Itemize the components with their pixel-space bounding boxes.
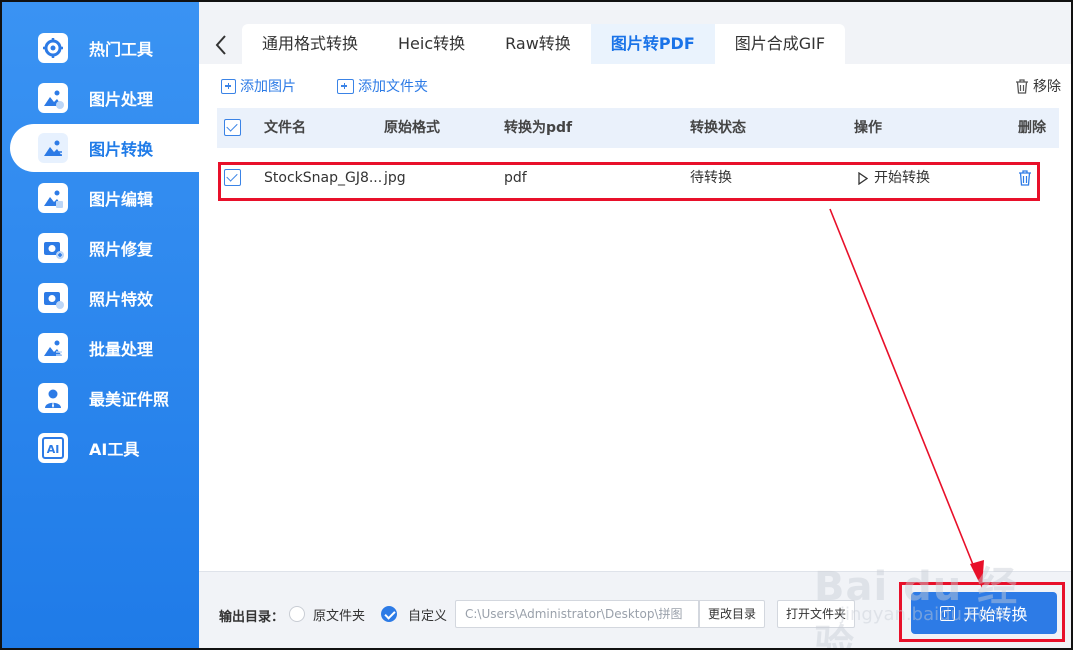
original-folder-label: 原文件夹 — [313, 609, 366, 624]
toolbar: 添加图片 添加文件夹 移除 — [199, 64, 1071, 108]
sidebar-item-batch[interactable]: 批量处理 — [10, 324, 199, 372]
photo-effect-icon — [38, 283, 68, 313]
row-status: 待转换 — [690, 170, 732, 186]
add-folder-icon — [337, 78, 354, 94]
add-image-label: 添加图片 — [240, 79, 296, 95]
play-icon — [858, 171, 868, 185]
table-header: 文件名 原始格式 转换为pdf 转换状态 操作 删除 — [217, 108, 1059, 148]
add-image-button[interactable]: 添加图片 — [221, 76, 296, 96]
row-start-label: 开始转换 — [874, 170, 930, 186]
batch-icon — [38, 333, 68, 363]
settings-icon — [38, 33, 68, 63]
row-convert-to: pdf — [504, 170, 527, 186]
row-filename: StockSnap_GJ8... — [264, 170, 383, 186]
header-status: 转换状态 — [690, 120, 746, 136]
svg-text:AI: AI — [47, 443, 60, 456]
sidebar-item-label: 照片修复 — [89, 240, 154, 259]
change-dir-button[interactable]: 更改目录 — [699, 600, 765, 628]
convert-icon — [940, 605, 956, 621]
table-row[interactable]: StockSnap_GJ8... jpg pdf 待转换 开始转换 — [217, 158, 1059, 198]
select-all-checkbox[interactable] — [224, 119, 241, 136]
add-folder-button[interactable]: 添加文件夹 — [337, 76, 428, 96]
header-orig-format: 原始格式 — [384, 120, 440, 136]
sidebar-item-image-process[interactable]: 图片处理 — [10, 74, 199, 122]
photo-repair-icon — [38, 233, 68, 263]
remove-button[interactable]: 移除 — [1015, 76, 1061, 96]
image-convert-icon — [38, 133, 68, 163]
sidebar-item-label: 热门工具 — [89, 40, 154, 59]
sidebar-item-ai-tools[interactable]: AI AI工具 — [10, 424, 199, 472]
trash-icon — [1016, 78, 1028, 94]
tab-general-format[interactable]: 通用格式转换 — [242, 24, 378, 64]
image-edit-icon — [38, 183, 68, 213]
custom-label: 自定义 — [408, 609, 448, 624]
sidebar-item-label: 图片处理 — [89, 90, 154, 109]
app-window: 热门工具 图片处理 图片转换 图片编辑 照片修复 照片特效 批量处理 最美证件照… — [0, 0, 1073, 650]
sidebar-item-label: 图片转换 — [89, 140, 154, 159]
header-convert-to: 转换为pdf — [504, 120, 573, 136]
row-checkbox[interactable] — [224, 169, 241, 186]
tab-heic[interactable]: Heic转换 — [378, 24, 485, 64]
sidebar-item-photo-repair[interactable]: 照片修复 — [10, 224, 199, 272]
output-dir-label: 输出目录： — [219, 610, 285, 625]
sidebar-item-hot-tools[interactable]: 热门工具 — [10, 24, 199, 72]
header-action: 操作 — [854, 120, 882, 136]
add-folder-label: 添加文件夹 — [358, 79, 428, 95]
sidebar-item-label: 图片编辑 — [89, 190, 154, 209]
sidebar-item-label: AI工具 — [89, 440, 140, 459]
sidebar-item-id-photo[interactable]: 最美证件照 — [10, 374, 199, 422]
image-process-icon — [38, 83, 68, 113]
row-orig-format: jpg — [384, 170, 406, 186]
sidebar-item-label: 最美证件照 — [89, 390, 170, 409]
back-chevron-icon[interactable] — [213, 32, 229, 58]
radio-custom[interactable] — [381, 606, 397, 622]
tab-bar: 通用格式转换 Heic转换 Raw转换 图片转PDF 图片合成GIF — [199, 2, 1071, 64]
sidebar: 热门工具 图片处理 图片转换 图片编辑 照片修复 照片特效 批量处理 最美证件照… — [2, 2, 199, 648]
tabs: 通用格式转换 Heic转换 Raw转换 图片转PDF 图片合成GIF — [242, 24, 846, 64]
main-panel: 通用格式转换 Heic转换 Raw转换 图片转PDF 图片合成GIF 添加图片 … — [199, 2, 1071, 648]
ai-icon: AI — [38, 433, 68, 463]
remove-label: 移除 — [1033, 79, 1061, 95]
open-folder-button[interactable]: 打开文件夹 — [777, 600, 855, 628]
radio-original-folder[interactable] — [289, 606, 305, 622]
tab-gif[interactable]: 图片合成GIF — [715, 24, 845, 64]
add-image-icon — [221, 78, 236, 94]
file-list-area: 添加图片 添加文件夹 移除 文件名 原始格式 转换为pdf 转换状态 操作 删除 — [199, 64, 1071, 571]
sidebar-item-label: 批量处理 — [89, 340, 154, 359]
output-path-field[interactable]: C:\Users\Administrator\Desktop\拼图 — [455, 600, 699, 628]
sidebar-item-image-convert[interactable]: 图片转换 — [10, 124, 199, 172]
header-delete: 删除 — [1018, 120, 1046, 136]
tab-image-to-pdf[interactable]: 图片转PDF — [590, 24, 715, 64]
row-start-convert-button[interactable]: 开始转换 — [858, 158, 930, 198]
header-filename: 文件名 — [264, 120, 306, 136]
sidebar-item-image-edit[interactable]: 图片编辑 — [10, 174, 199, 222]
start-convert-label: 开始转换 — [963, 605, 1028, 624]
sidebar-item-label: 照片特效 — [89, 290, 154, 309]
sidebar-item-photo-effect[interactable]: 照片特效 — [10, 274, 199, 322]
id-photo-icon — [38, 383, 68, 413]
start-convert-button[interactable]: 开始转换 — [911, 592, 1057, 634]
tab-raw[interactable]: Raw转换 — [485, 24, 591, 64]
output-bar: 输出目录： 原文件夹 自定义 C:\Users\Administrator\De… — [199, 571, 1071, 648]
row-delete-icon[interactable] — [1018, 170, 1032, 190]
